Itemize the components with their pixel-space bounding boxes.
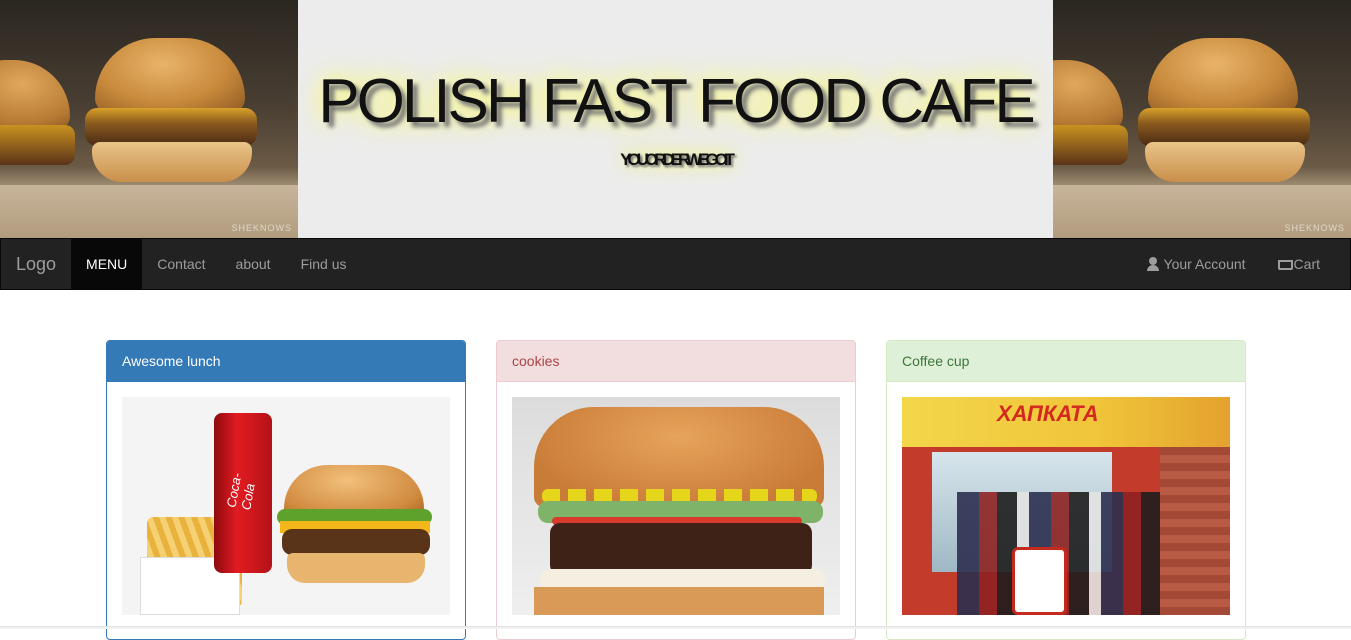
lunch-image: Coca-Cola [122,397,450,615]
store-sign-text: ХАПКАТА [997,401,1099,426]
banner-title-area: POLISH FAST FOOD CAFE YOUORDERWEGOIT [298,0,1053,238]
panel-body [497,382,855,630]
cookie-cake-image [512,397,840,615]
navbar-right: Your Account Cart [1131,239,1350,289]
panel-cookies: cookies [496,340,856,640]
nav-your-account-label: Your Account [1163,256,1246,272]
panel-heading: cookies [497,341,855,382]
image-watermark: SHEKNOWS [1284,223,1345,233]
user-icon [1146,257,1160,271]
burger-image-right: SHEKNOWS [1053,0,1351,238]
header-banner: SHEKNOWS POLISH FAST FOOD CAFE YOUORDERW… [0,0,1351,238]
nav-item-contact[interactable]: Contact [142,239,220,289]
page-subtitle: YOUORDERWEGOIT [620,150,735,169]
nav-your-account[interactable]: Your Account [1131,239,1261,289]
panel-coffee-cup: Coffee cup ХАПКАТА [886,340,1246,640]
page-title: POLISH FAST FOOD CAFE [318,67,1035,136]
panel-heading: Awesome lunch [107,341,465,382]
panel-body: ХАПКАТА [887,382,1245,630]
panel-awesome-lunch: Awesome lunch Coca-Cola [106,340,466,640]
nav-item-about[interactable]: about [221,239,286,289]
burger-image-left: SHEKNOWS [0,0,298,238]
nav-item-find-us[interactable]: Find us [286,239,362,289]
main-navbar: Logo MENU Contact about Find us Your Acc… [0,238,1351,290]
cafe-storefront-image: ХАПКАТА [902,397,1230,615]
nav-cart[interactable]: Cart [1261,239,1335,289]
panel-body: Coca-Cola [107,382,465,630]
nav-cart-label: Cart [1293,256,1320,272]
navbar-brand-logo[interactable]: Logo [1,239,71,289]
panel-heading: Coffee cup [887,341,1245,382]
image-watermark: SHEKNOWS [231,223,292,233]
cart-icon [1276,257,1293,271]
nav-item-menu[interactable]: MENU [71,239,143,289]
